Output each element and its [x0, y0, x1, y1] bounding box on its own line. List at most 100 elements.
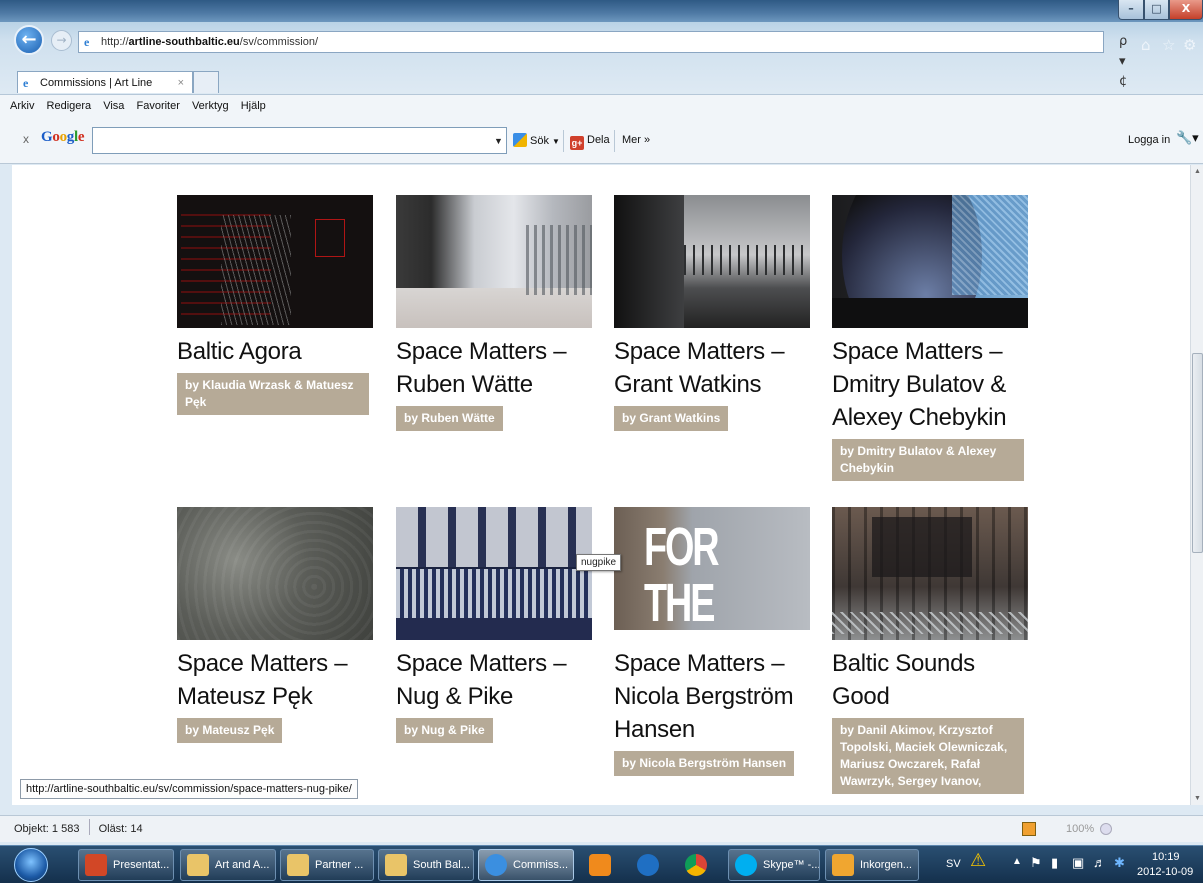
scroll-down-icon[interactable]: ▼ [1194, 795, 1201, 802]
close-window-button[interactable]: X [1169, 0, 1203, 20]
taskbar-item-folder[interactable]: Art and A... [180, 849, 276, 881]
browser-window: – □ X ← → e http://artline-southbaltic.e… [0, 0, 1203, 845]
search-dropdown-icon[interactable]: ▼ [494, 136, 503, 146]
card-title[interactable]: Space Matters – Nicola Bergström Hansen [614, 647, 810, 746]
dela-button[interactable]: g+ Dela [570, 133, 610, 150]
outlook-icon [832, 854, 854, 876]
sok-button[interactable]: Sök ▼ [513, 133, 560, 149]
thumbnail-nug-pike[interactable] [396, 507, 592, 640]
menu-hjalp[interactable]: Hjälp [241, 100, 266, 112]
clock-date[interactable]: 2012-10-09 [1137, 866, 1193, 878]
menu-redigera[interactable]: Redigera [47, 100, 92, 112]
card-title[interactable]: Space Matters – Ruben Wätte [396, 335, 592, 401]
taskbar-item-folder[interactable]: Partner ... [280, 849, 374, 881]
chrome-icon [685, 854, 707, 876]
clock-time[interactable]: 10:19 [1152, 851, 1180, 863]
commission-card[interactable]: Space Matters – Dmitry Bulatov & Alexey … [832, 195, 1028, 481]
flag-icon[interactable]: ⚑ [1030, 855, 1042, 871]
taskbar-item-powerpoint[interactable]: Presentat... [78, 849, 174, 881]
pinned-chrome[interactable] [674, 849, 718, 881]
forward-button[interactable]: → [51, 30, 72, 51]
play-icon [589, 854, 611, 876]
favorites-star-icon[interactable]: ☆ [1162, 36, 1175, 54]
thumbnail-dmitry-bulatov[interactable] [832, 195, 1028, 328]
google-search-input[interactable]: ▼ [92, 127, 507, 154]
tab-close-icon[interactable]: × [178, 72, 184, 94]
zoom-slider[interactable] [1100, 823, 1112, 835]
powerpoint-icon [85, 854, 107, 876]
commission-card[interactable]: FOR THE Space Matters – Nicola Bergström… [614, 507, 810, 776]
menu-arkiv[interactable]: Arkiv [10, 100, 34, 112]
vertical-scrollbar[interactable]: ▲ ▼ [1190, 165, 1203, 805]
url-domain: artline-southbaltic.eu [128, 36, 240, 48]
pinned-hp-app[interactable] [626, 849, 670, 881]
language-indicator[interactable]: SV [946, 858, 961, 870]
logga-in-link[interactable]: Logga in [1128, 133, 1170, 147]
card-byline: by Mateusz Pęk [177, 718, 283, 743]
card-byline: by Klaudia Wrzask & Matuesz Pęk [177, 373, 369, 415]
taskbar-item-folder[interactable]: South Bal... [378, 849, 474, 881]
volume-icon[interactable]: ♬ [1093, 855, 1106, 870]
status-link-preview: http://artline-southbaltic.eu/sv/commiss… [20, 779, 358, 799]
card-title[interactable]: Space Matters – Nug & Pike [396, 647, 592, 713]
google-logo: Google [41, 129, 85, 145]
address-row: ← → e http://artline-southbaltic.eu/sv/c… [0, 22, 1203, 109]
url-prefix: http:// [101, 36, 129, 48]
thumbnail-baltic-sounds-good[interactable] [832, 507, 1028, 640]
back-button[interactable]: ← [14, 25, 44, 55]
scroll-up-icon[interactable]: ▲ [1194, 168, 1201, 175]
status-objekt: Objekt: 1 583 [14, 823, 80, 835]
card-byline: by Ruben Wätte [396, 406, 503, 431]
hp-icon [637, 854, 659, 876]
menu-favoriter[interactable]: Favoriter [136, 100, 179, 112]
tab-commissions[interactable]: e Commissions | Art Line × [17, 71, 193, 93]
card-title[interactable]: Space Matters – Dmitry Bulatov & Alexey … [832, 335, 1028, 434]
compat-view-icon[interactable] [1022, 822, 1036, 836]
card-title[interactable]: Space Matters – Mateusz Pęk [177, 647, 373, 713]
thumbnail-baltic-agora[interactable] [177, 195, 373, 328]
scrollbar-thumb[interactable] [1192, 353, 1203, 553]
warning-icon[interactable]: ⚠ [970, 850, 986, 871]
google-plus-icon: g+ [570, 136, 584, 150]
power-icon[interactable]: ▮ [1051, 855, 1058, 871]
minimize-button[interactable]: – [1118, 0, 1144, 20]
home-icon[interactable]: ⌂ [1141, 36, 1151, 54]
zoom-level[interactable]: 100% [1066, 816, 1094, 842]
commission-card[interactable]: Space Matters – Nug & Pike by Nug & Pike [396, 507, 592, 743]
wrench-icon[interactable]: 🔧▾ [1176, 131, 1199, 145]
menu-verktyg[interactable]: Verktyg [192, 100, 229, 112]
page-content: Baltic Agora by Klaudia Wrzask & Matuesz… [12, 165, 1190, 805]
thumbnail-nicola-bergstrom[interactable]: FOR THE [614, 507, 810, 640]
card-title[interactable]: Baltic Agora [177, 335, 373, 368]
skype-icon [735, 854, 757, 876]
commission-card[interactable]: Baltic Agora by Klaudia Wrzask & Matuesz… [177, 195, 373, 415]
google-toolbar-close-icon[interactable]: x [23, 132, 29, 146]
address-bar[interactable]: e http://artline-southbaltic.eu/sv/commi… [78, 31, 1130, 109]
network-icon[interactable]: ▣ [1072, 855, 1084, 871]
card-title[interactable]: Space Matters – Grant Watkins [614, 335, 810, 401]
commission-card[interactable]: Space Matters – Ruben Wätte by Ruben Wät… [396, 195, 592, 431]
commission-card[interactable]: Space Matters – Grant Watkins by Grant W… [614, 195, 810, 431]
url-path: /sv/commission/ [239, 36, 319, 48]
card-byline: by Dmitry Bulatov & Alexey Chebykin [832, 439, 1024, 481]
start-button[interactable] [14, 848, 48, 882]
commission-card[interactable]: Baltic Sounds Good by Danil Akimov, Krzy… [832, 507, 1028, 794]
taskbar-item-skype[interactable]: Skype™ -... [728, 849, 820, 881]
gear-icon[interactable]: ⚙ [1183, 36, 1196, 54]
taskbar-item-outlook[interactable]: Inkorgen... [825, 849, 919, 881]
mer-button[interactable]: Mer » [622, 133, 650, 147]
thumbnail-mateusz-pek[interactable] [177, 507, 373, 640]
maximize-button[interactable]: □ [1144, 0, 1169, 20]
tray-expand-icon[interactable]: ▲ [1012, 856, 1022, 867]
taskbar-item-ie[interactable]: Commiss... [478, 849, 574, 881]
commission-card[interactable]: Space Matters – Mateusz Pęk by Mateusz P… [177, 507, 373, 743]
card-byline: by Danil Akimov, Krzysztof Topolski, Mac… [832, 718, 1024, 794]
bluetooth-icon[interactable]: ✱ [1114, 855, 1125, 871]
card-title[interactable]: Baltic Sounds Good [832, 647, 1028, 713]
thumbnail-grant-watkins[interactable] [614, 195, 810, 328]
link-tooltip: nugpike [576, 554, 622, 571]
new-tab-button[interactable] [193, 71, 219, 93]
thumbnail-ruben-watte[interactable] [396, 195, 592, 328]
menu-visa[interactable]: Visa [103, 100, 124, 112]
pinned-media-app[interactable] [578, 849, 622, 881]
